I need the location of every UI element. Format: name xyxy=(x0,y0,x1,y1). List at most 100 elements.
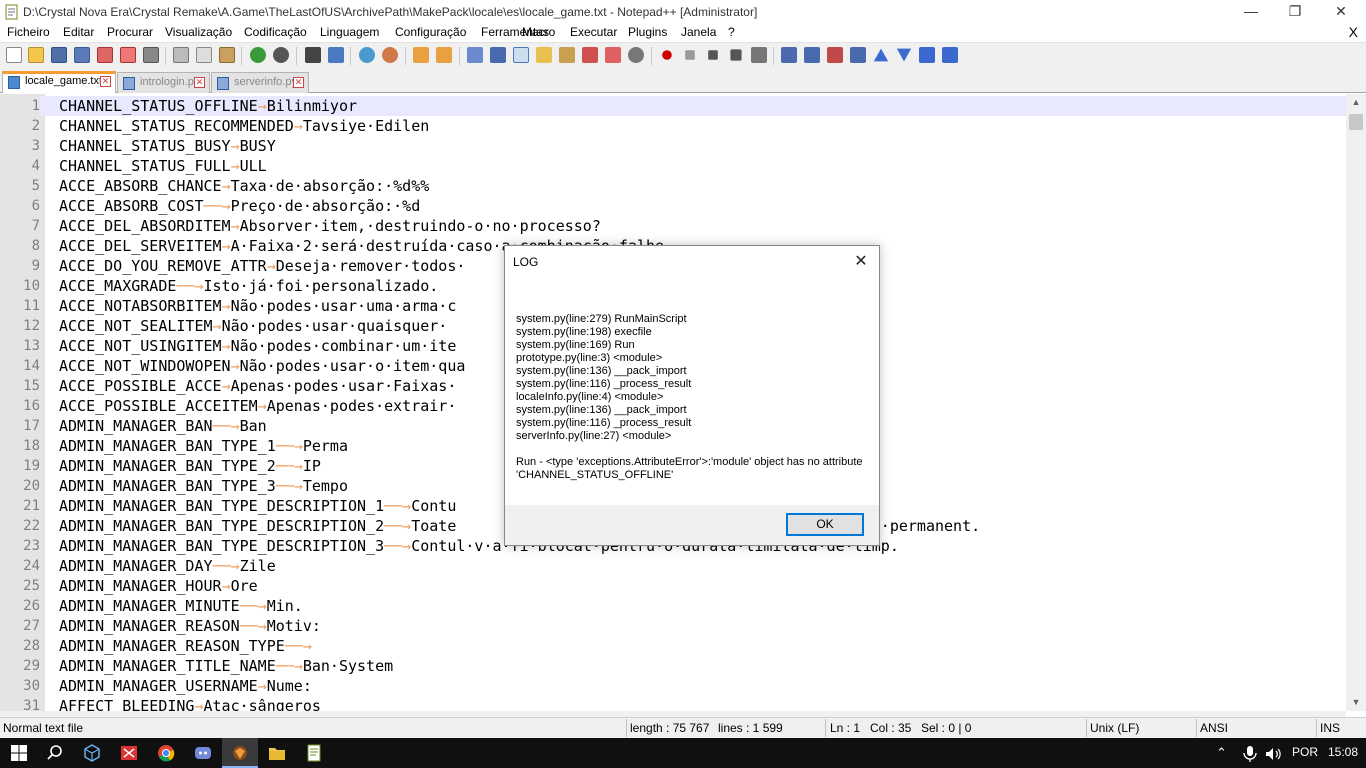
monitoring-icon[interactable] xyxy=(628,47,644,63)
arrow-down-icon[interactable] xyxy=(896,48,912,62)
text-file-icon xyxy=(8,76,20,89)
sync-horizontal-icon[interactable] xyxy=(436,47,452,63)
menu-help[interactable]: ? xyxy=(728,25,735,39)
editor-line[interactable]: 30 ADMIN_MANAGER_USERNAME→Nume: xyxy=(0,676,1346,696)
open-file-icon[interactable] xyxy=(28,47,44,63)
menu-plugins[interactable]: Plugins xyxy=(628,25,667,39)
ok-button[interactable]: OK xyxy=(786,513,864,536)
plugin-3-icon[interactable] xyxy=(827,47,843,63)
editor-line[interactable]: 2 CHANNEL_STATUS_RECOMMENDED→Tavsiye·Edil… xyxy=(0,116,1346,136)
line-text: ACCE_MAXGRADE──→Isto·já·foi·personalizad… xyxy=(59,276,438,296)
windows-start-icon[interactable] xyxy=(9,743,29,763)
trace-line: prototype.py(line:3) <module> xyxy=(516,352,663,364)
close-file-icon[interactable] xyxy=(97,47,113,63)
lang-define-icon[interactable] xyxy=(536,47,552,63)
save-macro-icon[interactable] xyxy=(751,47,767,63)
menu-file[interactable]: Ficheiro xyxy=(7,25,50,39)
function-list-icon[interactable] xyxy=(582,47,598,63)
copy-icon[interactable] xyxy=(196,47,212,63)
plugin-4-icon[interactable] xyxy=(850,47,866,63)
find-icon[interactable] xyxy=(305,47,321,63)
cut-icon[interactable] xyxy=(173,47,189,63)
close-document-button[interactable]: X xyxy=(1349,24,1358,40)
editor-line[interactable]: 6 ACCE_ABSORB_COST──→Preço·de·absorção:·%… xyxy=(0,196,1346,216)
close-tab-icon[interactable]: ✕ xyxy=(293,77,304,88)
redo-icon[interactable] xyxy=(273,47,289,63)
tab-serverinfo[interactable]: serverinfo.py ✕ xyxy=(211,72,309,93)
save-icon[interactable] xyxy=(51,47,67,63)
plugin-1-icon[interactable] xyxy=(781,47,797,63)
stop-macro-icon[interactable] xyxy=(685,50,695,60)
editor-line[interactable]: 27 ADMIN_MANAGER_REASON──→Motiv: xyxy=(0,616,1346,636)
editor-line[interactable]: 25 ADMIN_MANAGER_HOUR→Ore xyxy=(0,576,1346,596)
indent-guide-icon[interactable] xyxy=(513,47,529,63)
editor-line[interactable]: 5 ACCE_ABSORB_CHANCE→Taxa·de·absorção:·%d… xyxy=(0,176,1346,196)
zoom-in-icon[interactable] xyxy=(359,47,375,63)
show-all-chars-icon[interactable] xyxy=(490,47,506,63)
close-all-icon[interactable] xyxy=(120,47,136,63)
replace-icon[interactable] xyxy=(328,47,344,63)
print-icon[interactable] xyxy=(143,47,159,63)
word-wrap-icon[interactable] xyxy=(467,47,483,63)
menu-run[interactable]: Executar xyxy=(570,25,617,39)
notepadpp-taskbar-icon[interactable] xyxy=(304,743,324,763)
editor-line[interactable]: 26 ADMIN_MANAGER_MINUTE──→Min. xyxy=(0,596,1346,616)
new-file-icon[interactable] xyxy=(6,47,22,63)
game-client-icon[interactable] xyxy=(230,743,250,763)
line-value: Ore xyxy=(230,577,258,595)
close-window-button[interactable]: ✕ xyxy=(1318,0,1364,24)
run-macro-multiple-icon[interactable] xyxy=(730,49,742,61)
editor-line[interactable]: 4 CHANNEL_STATUS_FULL→ULL xyxy=(0,156,1346,176)
menu-edit[interactable]: Editar xyxy=(63,25,94,39)
zoom-out-icon[interactable] xyxy=(382,47,398,63)
red-app-icon[interactable] xyxy=(119,743,139,763)
microphone-icon[interactable] xyxy=(1240,744,1260,764)
play-macro-icon[interactable] xyxy=(708,50,718,60)
restore-button[interactable]: ❐ xyxy=(1272,0,1318,24)
menu-window[interactable]: Janela xyxy=(681,25,716,39)
cube-app-icon[interactable] xyxy=(82,743,102,763)
plugin-5-icon[interactable] xyxy=(919,47,935,63)
editor-line[interactable]: 1 CHANNEL_STATUS_OFFLINE→Bilinmiyor xyxy=(0,96,1346,116)
chrome-icon[interactable] xyxy=(156,743,176,763)
menu-encoding[interactable]: Codificação xyxy=(244,25,307,39)
folder-as-workspace-icon[interactable] xyxy=(605,47,621,63)
tab-locale-game[interactable]: locale_game.txt ✕ xyxy=(2,71,116,93)
clock[interactable]: 15:08 xyxy=(1328,745,1358,759)
discord-icon[interactable] xyxy=(193,743,213,763)
scroll-up-icon[interactable]: ▲ xyxy=(1346,94,1366,111)
editor-line[interactable]: 24 ADMIN_MANAGER_DAY──→Zile xyxy=(0,556,1346,576)
save-all-icon[interactable] xyxy=(74,47,90,63)
dialog-close-icon[interactable]: ✕ xyxy=(851,251,871,271)
close-tab-icon[interactable]: ✕ xyxy=(194,77,205,88)
minimize-button[interactable]: — xyxy=(1228,0,1274,24)
scroll-thumb[interactable] xyxy=(1349,114,1363,130)
editor-line[interactable]: 7 ACCE_DEL_ABSORDITEM→Absorver·item,·dest… xyxy=(0,216,1346,236)
volume-icon[interactable] xyxy=(1263,744,1283,764)
chevron-up-icon[interactable]: ⌃ xyxy=(1216,745,1227,761)
plugin-6-icon[interactable] xyxy=(942,47,958,63)
scroll-down-icon[interactable]: ▼ xyxy=(1346,694,1366,711)
menu-settings[interactable]: Configuração xyxy=(395,25,466,39)
close-tab-icon[interactable]: ✕ xyxy=(100,76,111,87)
sync-vertical-icon[interactable] xyxy=(413,47,429,63)
tab-intrologin[interactable]: intrologin.py ✕ xyxy=(117,72,210,93)
menu-view[interactable]: Visualização xyxy=(165,25,232,39)
menu-language[interactable]: Linguagem xyxy=(320,25,379,39)
undo-icon[interactable] xyxy=(250,47,266,63)
menu-search[interactable]: Procurar xyxy=(107,25,153,39)
editor-line[interactable]: 28 ADMIN_MANAGER_REASON_TYPE──→ xyxy=(0,636,1346,656)
doc-map-icon[interactable] xyxy=(559,47,575,63)
file-explorer-icon[interactable] xyxy=(267,743,287,763)
input-language[interactable]: POR xyxy=(1292,745,1318,759)
vertical-scrollbar[interactable]: ▲ ▼ xyxy=(1346,94,1366,711)
plugin-2-icon[interactable] xyxy=(804,47,820,63)
paste-icon[interactable] xyxy=(219,47,235,63)
editor-line[interactable]: 3 CHANNEL_STATUS_BUSY→BUSY xyxy=(0,136,1346,156)
arrow-up-icon[interactable] xyxy=(873,48,889,62)
menu-macro[interactable]: Macro xyxy=(522,25,555,39)
record-macro-icon[interactable] xyxy=(662,50,672,60)
editor-line[interactable]: 29 ADMIN_MANAGER_TITLE_NAME──→Ban·System xyxy=(0,656,1346,676)
search-icon[interactable] xyxy=(45,743,65,763)
editor-line[interactable]: 31 AFFECT_BLEEDING→Atac·sângeros xyxy=(0,696,1346,711)
